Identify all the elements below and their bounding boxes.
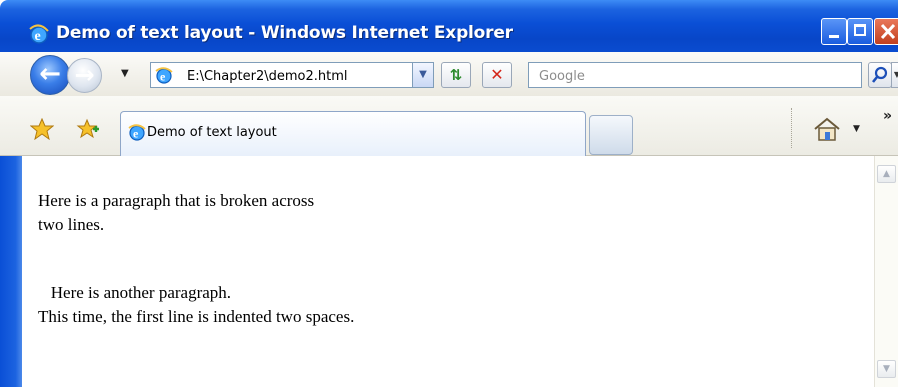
- window-left-border: [0, 156, 26, 387]
- refresh-button[interactable]: ⇅: [441, 62, 471, 88]
- back-button[interactable]: ←: [30, 55, 70, 95]
- vertical-scrollbar[interactable]: ▲ ▼: [874, 156, 898, 387]
- address-dropdown-button[interactable]: ▼: [412, 62, 434, 88]
- paragraph-1-line-1: Here is a paragraph that is broken acros…: [38, 191, 315, 210]
- paragraph-2-line-1: Here is another paragraph.: [38, 283, 232, 302]
- refresh-icon: ⇅: [449, 66, 463, 84]
- maximize-button[interactable]: [847, 18, 873, 45]
- browser-window: e Demo of text layout - Windows Internet…: [0, 0, 898, 387]
- stop-icon: ✕: [490, 65, 504, 84]
- minimize-button[interactable]: [821, 18, 847, 45]
- paragraph-2: Here is another paragraph. This time, th…: [38, 281, 354, 329]
- home-dropdown[interactable]: ▼: [853, 124, 860, 134]
- back-icon: ←: [39, 59, 61, 89]
- close-button[interactable]: [874, 18, 898, 45]
- scroll-up-icon: ▲: [883, 169, 890, 179]
- page-ie-icon: e: [154, 66, 174, 88]
- address-bar[interactable]: e E:\Chapter2\demo2.html: [150, 62, 413, 88]
- search-placeholder: Google: [539, 69, 585, 84]
- scroll-down-icon: ▼: [883, 364, 890, 374]
- scroll-up-button[interactable]: ▲: [877, 165, 896, 183]
- page-content: Here is a paragraph that is broken acros…: [0, 156, 898, 387]
- window-title: Demo of text layout - Windows Internet E…: [56, 23, 513, 43]
- paragraph-1: Here is a paragraph that is broken acros…: [38, 189, 314, 237]
- search-icon: [871, 66, 888, 83]
- search-input[interactable]: Google: [528, 62, 862, 88]
- search-options-dropdown[interactable]: ▼: [891, 62, 898, 88]
- stop-button[interactable]: ✕: [482, 62, 512, 88]
- recent-pages-dropdown[interactable]: ▼: [121, 68, 129, 79]
- toolbar-overflow-chevron[interactable]: »: [883, 108, 892, 124]
- add-favorites-icon[interactable]: [76, 118, 100, 144]
- paragraph-1-line-2: two lines.: [38, 215, 105, 234]
- forward-button[interactable]: →: [67, 58, 102, 93]
- home-icon[interactable]: [812, 116, 842, 146]
- favorites-star-icon[interactable]: [29, 117, 55, 144]
- tab-ie-icon: e: [127, 122, 147, 146]
- close-icon: [880, 23, 896, 40]
- paragraph-2-line-2: This time, the first line is indented tw…: [38, 307, 355, 326]
- search-button[interactable]: [868, 62, 892, 88]
- chevron-down-icon: ▼: [419, 69, 427, 80]
- tab-label: Demo of text layout: [147, 125, 277, 140]
- svg-text:e: e: [35, 29, 41, 44]
- minimize-icon: [829, 35, 839, 38]
- tab-demo-of-text-layout[interactable]: e Demo of text layout: [120, 111, 586, 156]
- toolbar-separator: [791, 108, 794, 148]
- scroll-down-button[interactable]: ▼: [877, 360, 896, 378]
- ie-icon: e: [28, 23, 50, 49]
- maximize-icon: [854, 24, 866, 36]
- svg-text:e: e: [133, 127, 139, 141]
- new-tab-button[interactable]: [589, 115, 633, 155]
- address-text: E:\Chapter2\demo2.html: [187, 69, 348, 84]
- svg-text:e: e: [160, 70, 166, 84]
- forward-icon: →: [74, 61, 95, 89]
